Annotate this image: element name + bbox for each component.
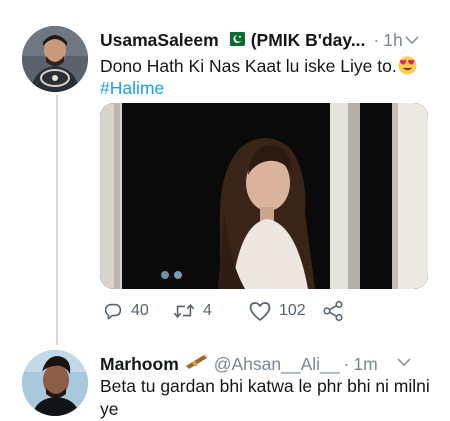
- reply-icon: [104, 303, 122, 320]
- hashtag-link[interactable]: #Halime: [100, 78, 164, 99]
- tweet-actions-bar: 40 4 102: [100, 300, 400, 326]
- timestamp[interactable]: 1h: [383, 30, 402, 51]
- avatar-photo: [22, 350, 88, 416]
- author-name[interactable]: UsamaSaleem: [100, 30, 219, 51]
- avatar-photo: [22, 26, 88, 92]
- reply-count: 40: [131, 302, 149, 319]
- tweet-text: Dono Hath Ki Nas Kaat lu iske Liye to.: [100, 55, 435, 78]
- reply-header: Marhoom @Ahsan__Ali__ · 1m: [100, 352, 430, 375]
- avatar[interactable]: [22, 350, 88, 416]
- avatar[interactable]: [22, 26, 88, 92]
- media-photo: [100, 103, 428, 289]
- retweet-button[interactable]: 4: [172, 300, 212, 322]
- tweet-media-image[interactable]: [100, 103, 428, 289]
- separator-dot: ·: [373, 30, 380, 50]
- reply-text: Beta tu gardan bhi katwa le phr bhi ni m…: [100, 376, 430, 419]
- like-button[interactable]: 102: [248, 300, 306, 322]
- thread-connector-line: [56, 95, 58, 345]
- reply-timestamp[interactable]: 1m: [353, 354, 377, 375]
- reply-handle[interactable]: @Ahsan__Ali__: [214, 354, 340, 375]
- chevron-down-icon[interactable]: [404, 34, 420, 46]
- reply-button[interactable]: 40: [102, 300, 149, 322]
- tweet-header: UsamaSaleem (PMIK B'day... · 1h: [100, 30, 430, 51]
- cigar-emoji-icon: [185, 353, 209, 369]
- share-button[interactable]: [322, 300, 344, 322]
- heart-icon: [249, 302, 271, 321]
- author-name-suffix[interactable]: (PMIK B'day...: [251, 30, 366, 51]
- retweet-icon: [173, 303, 195, 319]
- share-icon: [323, 300, 343, 322]
- retweet-count: 4: [203, 302, 212, 319]
- separator-dot: ·: [343, 354, 350, 374]
- like-count: 102: [279, 302, 306, 319]
- heart-eyes-emoji: [398, 56, 417, 75]
- pakistan-flag-icon: [224, 32, 245, 46]
- chevron-down-icon[interactable]: [396, 356, 412, 368]
- reply-author-name[interactable]: Marhoom: [100, 354, 179, 375]
